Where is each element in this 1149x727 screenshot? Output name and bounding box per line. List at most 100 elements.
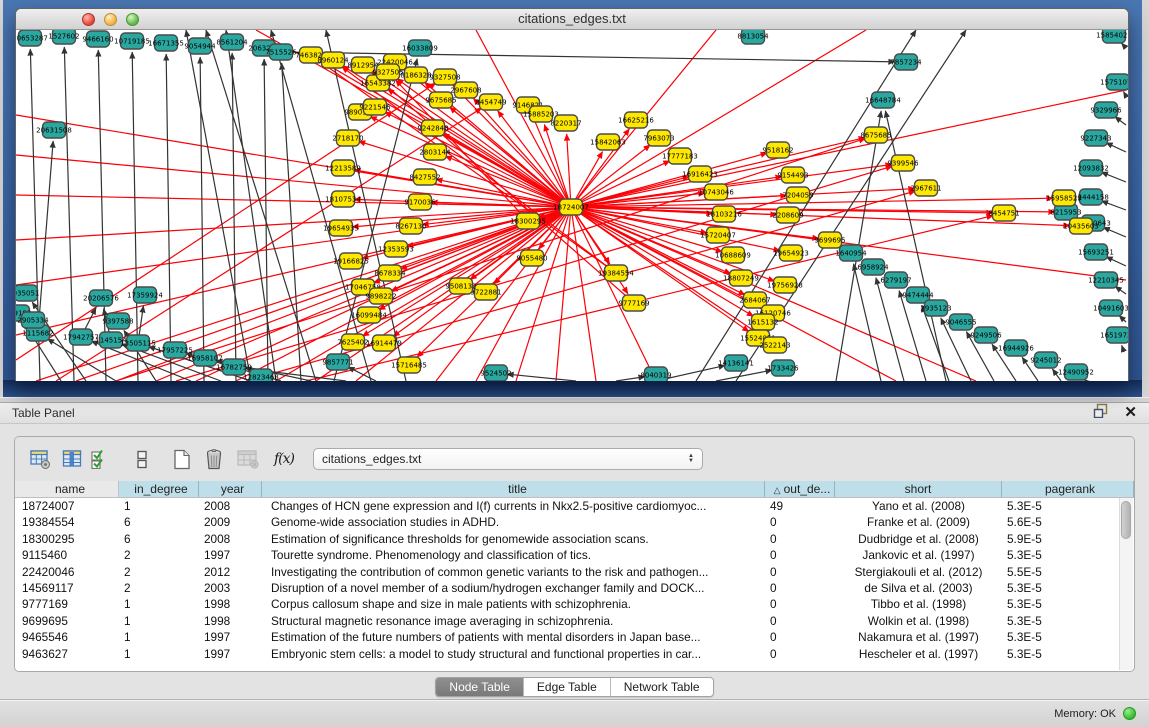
col-header-title[interactable]: title [262, 481, 765, 497]
graph-node[interactable]: 9242848 [417, 120, 448, 136]
col-header-in-degree[interactable]: in_degree [119, 481, 199, 497]
graph-node[interactable]: 15958529 [1046, 190, 1082, 206]
graph-node[interactable]: 9046555 [945, 314, 976, 330]
col-header-name[interactable]: name [15, 481, 119, 497]
graph-node[interactable]: 9154493 [777, 167, 808, 183]
graph-node[interactable]: 9329966 [1090, 102, 1122, 118]
graph-node[interactable]: 2718170 [332, 130, 363, 146]
graph-node[interactable]: 9524502 [480, 365, 511, 381]
graph-node[interactable]: 7515526 [265, 44, 297, 60]
graph-node[interactable]: 17359924 [127, 287, 163, 303]
table-scrollbar[interactable] [1119, 498, 1133, 670]
graph-node[interactable]: 8186328 [400, 67, 431, 83]
graph-node[interactable]: 2522143 [759, 337, 790, 353]
memory-status-icon[interactable] [1123, 707, 1136, 720]
graph-node[interactable]: 9699695 [814, 232, 845, 248]
graph-node[interactable]: 20206576 [83, 290, 119, 306]
tab-node-table[interactable]: Node Table [436, 678, 524, 696]
graph-node[interactable]: 19654923 [773, 245, 809, 261]
graph-node[interactable]: 9518162 [762, 142, 793, 158]
graph-node[interactable]: 16944926 [998, 340, 1034, 356]
graph-node[interactable]: 8675685 [860, 127, 891, 143]
table-row[interactable]: 946554611997Estimation of the future num… [15, 629, 1134, 645]
graph-node[interactable]: 8561204 [216, 34, 248, 50]
graph-node[interactable]: 2967611 [910, 180, 941, 196]
graph-node[interactable]: 9170036 [404, 194, 436, 210]
table-row[interactable]: 1456911722003Disruption of a novel membe… [15, 580, 1134, 596]
table-row[interactable]: 977716911998Corpus callosum shape and si… [15, 596, 1134, 612]
table-row[interactable]: 969969511998Structural magnetic resonanc… [15, 613, 1134, 629]
graph-node[interactable]: 14136141 [718, 355, 754, 371]
graph-node[interactable]: 7625402 [337, 334, 368, 350]
graph-node[interactable]: 1733426 [767, 360, 799, 376]
tab-edge-table[interactable]: Edge Table [524, 678, 611, 696]
table-row[interactable]: 2242004622012Investigating the contribut… [15, 564, 1134, 580]
graph-node[interactable]: 2208609 [772, 207, 803, 223]
graph-node[interactable]: 1527602 [48, 30, 79, 44]
graph-node[interactable]: 8220317 [550, 115, 581, 131]
col-header-year[interactable]: year [199, 481, 262, 497]
graph-node[interactable]: 8040319 [640, 367, 671, 381]
graph-node[interactable]: 9054944 [184, 38, 216, 54]
graph-node[interactable]: 935051 [16, 285, 39, 301]
col-header-pagerank[interactable]: pagerank [1002, 481, 1134, 497]
graph-node[interactable]: 9249506 [970, 327, 1002, 343]
graph-node[interactable]: 10719185 [114, 33, 150, 49]
function-builder-icon[interactable]: f(x) [271, 446, 297, 472]
graph-node[interactable]: 12213589 [325, 160, 361, 176]
graph-node[interactable]: 9245012 [1030, 352, 1061, 368]
graph-node[interactable]: 15751074 [1100, 74, 1128, 90]
graph-node[interactable]: 8960124 [317, 52, 349, 68]
graph-node[interactable]: 16519732 [1100, 327, 1128, 343]
graph-node[interactable]: 7204059 [782, 187, 813, 203]
network-graph-canvas[interactable]: 1065328715276029466160107191851667135590… [16, 30, 1128, 381]
graph-node[interactable]: 9898222 [365, 288, 396, 304]
new-document-icon[interactable] [169, 446, 195, 472]
close-panel-icon[interactable]: ✕ [1124, 406, 1137, 420]
graph-node[interactable]: 7857234 [890, 54, 922, 70]
graph-node[interactable]: 9221546 [359, 99, 391, 115]
network-window-titlebar[interactable]: citations_edges.txt [16, 9, 1128, 30]
show-columns-icon[interactable] [59, 446, 85, 472]
graph-node[interactable]: 6958924 [857, 259, 889, 275]
graph-node[interactable]: 9399546 [887, 155, 919, 171]
graph-node[interactable]: 8427552 [409, 169, 440, 185]
graph-node[interactable]: 6279197 [880, 272, 911, 288]
minimize-window-icon[interactable] [104, 13, 117, 26]
table-row[interactable]: 1872400712008Changes of HCN gene express… [15, 498, 1134, 514]
graph-node[interactable]: 1615132 [747, 314, 778, 330]
graph-node[interactable]: 2935123 [920, 300, 951, 316]
graph-node[interactable]: 9777169 [618, 295, 649, 311]
graph-node[interactable]: 10688609 [715, 247, 751, 263]
graph-node[interactable]: 15854021 [1096, 30, 1128, 43]
graph-node[interactable]: 9466160 [82, 31, 113, 47]
graph-node[interactable]: 9055480 [516, 250, 547, 266]
graph-node[interactable]: 8267130 [395, 218, 426, 234]
graph-node[interactable]: 16671355 [148, 35, 184, 51]
graph-node[interactable]: 10653287 [16, 30, 48, 46]
graph-node[interactable]: 8813054 [737, 30, 769, 44]
table-settings-icon[interactable] [27, 446, 53, 472]
graph-node[interactable]: 9397588 [102, 313, 133, 329]
graph-node[interactable]: 9508132 [445, 278, 476, 294]
graph-node[interactable]: 19756928 [767, 277, 803, 293]
graph-node[interactable]: 8678334 [374, 265, 406, 281]
table-selector-dropdown[interactable]: citations_edges.txt ▲▼ [313, 448, 703, 470]
graph-node[interactable]: 10491603 [1093, 300, 1128, 316]
graph-node[interactable]: 8454749 [475, 94, 506, 110]
graph-node[interactable]: 12210345 [1088, 272, 1124, 288]
graph-node[interactable]: 9857771 [322, 354, 353, 370]
table-row[interactable]: 946362711997Embryonic stem cells: a mode… [15, 646, 1134, 662]
col-header-short[interactable]: short [835, 481, 1002, 497]
graph-node[interactable]: 12490952 [1058, 364, 1094, 380]
table-row[interactable]: 911546021997Tourette syndrome. Phenomeno… [15, 547, 1134, 563]
graph-node[interactable]: 15842063 [590, 134, 626, 150]
zoom-window-icon[interactable] [126, 13, 139, 26]
graph-node[interactable]: 19384554 [598, 265, 634, 281]
graph-node[interactable]: 2905334 [17, 312, 49, 328]
tab-network-table[interactable]: Network Table [611, 678, 713, 696]
table-row[interactable]: 1830029562008Estimation of significance … [15, 531, 1134, 547]
graph-node[interactable]: 16625216 [618, 112, 654, 128]
graph-node[interactable]: 9227343 [1080, 130, 1111, 146]
graph-node[interactable]: 9675685 [425, 92, 456, 108]
